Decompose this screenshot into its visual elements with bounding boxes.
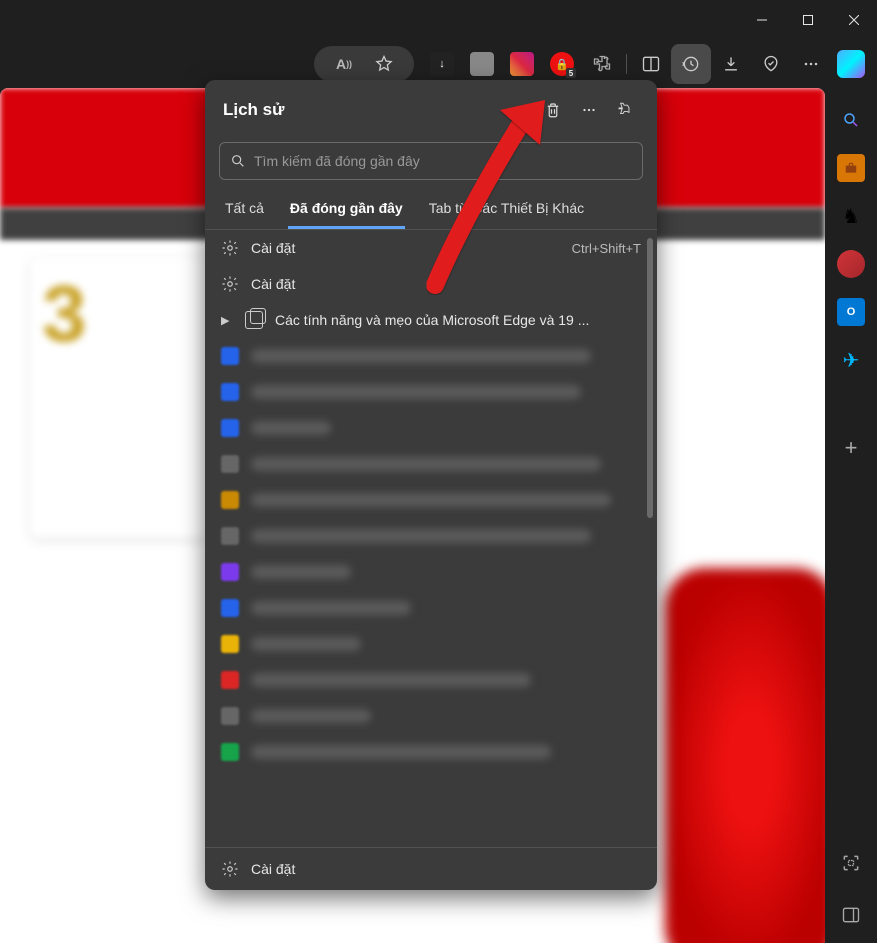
history-tabs: Tất cả Đã đóng gần đây Tab từ Các Thiết … [205,188,657,230]
history-panel-title: Lịch sử [223,100,535,120]
history-row-blurred [205,734,657,770]
maximize-button[interactable] [785,0,831,40]
edge-sidebar: ♞ O ✈ + [825,88,877,943]
split-screen-button[interactable] [631,44,671,84]
gear-icon [221,239,239,257]
history-panel-header: Lịch sử [205,80,657,136]
sidebar-screenshot-icon[interactable] [837,849,865,877]
row-label: Các tính năng và mẹo của Microsoft Edge … [275,312,641,328]
performance-button[interactable] [751,44,791,84]
sidebar-search-icon[interactable] [837,106,865,134]
address-actions-group: A)) [314,46,414,82]
sidebar-send-icon[interactable]: ✈ [837,346,865,374]
history-scrollbar[interactable] [647,238,653,518]
pin-history-button[interactable] [607,92,643,128]
menu-button[interactable] [791,44,831,84]
extension-adblock-icon[interactable]: 🔒5 [542,44,582,84]
downloads-button[interactable] [711,44,751,84]
history-row-settings[interactable]: Cài đặt Ctrl+Shift+T [205,230,657,266]
minimize-button[interactable] [739,0,785,40]
sidebar-settings-icon[interactable] [837,901,865,929]
history-footer: Cài đặt [205,847,657,890]
read-aloud-button[interactable]: A)) [324,44,364,84]
history-row-settings[interactable]: Cài đặt [205,266,657,302]
sidebar-games-icon[interactable]: ♞ [837,202,865,230]
history-row-blurred [205,626,657,662]
close-button[interactable] [831,0,877,40]
sidebar-tools-icon[interactable] [837,154,865,182]
history-row-blurred [205,482,657,518]
row-shortcut: Ctrl+Shift+T [572,241,641,256]
sidebar-add-button[interactable]: + [837,434,865,462]
history-row-blurred [205,662,657,698]
history-row-blurred [205,446,657,482]
sidebar-outlook-icon[interactable]: O [837,298,865,326]
gear-icon [221,860,239,878]
history-row-group[interactable]: ▶ Các tính năng và mẹo của Microsoft Edg… [205,302,657,338]
history-row-blurred [205,374,657,410]
history-search-input[interactable] [254,153,632,169]
history-row-blurred [205,698,657,734]
favorite-button[interactable] [364,44,404,84]
extension-profile-icon[interactable] [462,44,502,84]
delete-history-button[interactable] [535,92,571,128]
history-row-blurred [205,518,657,554]
tab-recently-closed[interactable]: Đã đóng gần đây [288,192,405,229]
history-footer-settings[interactable]: Cài đặt [205,848,657,890]
window-titlebar [0,0,877,40]
copilot-button[interactable] [831,44,871,84]
sidebar-office-icon[interactable] [837,250,865,278]
history-list: Cài đặt Ctrl+Shift+T Cài đặt ▶ Các tính … [205,230,657,847]
tab-all[interactable]: Tất cả [223,192,266,229]
adblock-badge: 5 [566,68,576,78]
history-row-blurred [205,410,657,446]
toolbar-divider [626,54,627,74]
gear-icon [221,275,239,293]
history-row-blurred [205,338,657,374]
row-label: Cài đặt [251,240,560,256]
history-row-blurred [205,554,657,590]
pages-icon [245,311,263,329]
search-icon [230,153,246,169]
extension-instagram-icon[interactable] [502,44,542,84]
history-more-button[interactable] [571,92,607,128]
tab-other-devices[interactable]: Tab từ Các Thiết Bị Khác [427,192,586,229]
history-button[interactable] [671,44,711,84]
history-panel: Lịch sử Tất cả Đã đóng gần đây Tab từ Cá… [205,80,657,890]
history-search-box[interactable] [219,142,643,180]
extensions-button[interactable] [582,44,622,84]
row-label: Cài đặt [251,861,641,877]
history-row-blurred [205,590,657,626]
chevron-right-icon: ▶ [221,314,233,327]
row-label: Cài đặt [251,276,641,292]
extension-download-icon[interactable]: ↓ [422,44,462,84]
